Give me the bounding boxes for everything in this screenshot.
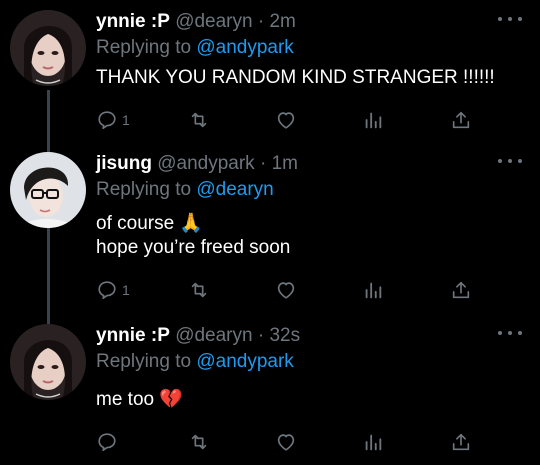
- mention-link[interactable]: @andypark: [196, 351, 293, 372]
- display-name[interactable]: jisung: [96, 153, 152, 174]
- more-icon[interactable]: [498, 12, 522, 26]
- tweet-text-line: hope you’re freed soon: [96, 237, 291, 258]
- separator-dot: ·: [259, 153, 267, 174]
- retweet-icon: [191, 112, 207, 128]
- display-name[interactable]: ynnie :P: [96, 325, 170, 346]
- timestamp[interactable]: 1m: [272, 153, 298, 174]
- timestamp[interactable]: 2m: [269, 11, 295, 32]
- replying-prefix: Replying to: [96, 351, 192, 372]
- avatar-image: [10, 324, 86, 400]
- tweet-header: jisung @andypark · 1m: [96, 152, 298, 176]
- tweet-header: ynnie :P @dearyn · 32s: [96, 324, 300, 348]
- replying-prefix: Replying to: [96, 37, 192, 58]
- tweet-text-line: THANK YOU RANDOM KIND STRANGER !!!!!!: [96, 67, 495, 88]
- reply-button[interactable]: 1: [96, 108, 130, 132]
- reply-icon: [98, 433, 116, 452]
- retweet-icon: [191, 434, 207, 450]
- reply-icon: [98, 281, 116, 300]
- tweet[interactable]: jisung @andypark · 1m Replying to @deary…: [0, 152, 540, 302]
- replying-prefix: Replying to: [96, 179, 192, 200]
- share-icon: [452, 111, 470, 129]
- analytics-icon: [365, 282, 382, 299]
- action-bar: [96, 430, 496, 454]
- reply-icon: [98, 111, 116, 130]
- share-button[interactable]: [450, 430, 472, 454]
- action-bar: 1: [96, 278, 496, 302]
- analytics-icon: [365, 112, 382, 129]
- tweet[interactable]: ynnie :P @dearyn · 32s Replying to @andy…: [0, 324, 540, 464]
- analytics-icon: [365, 434, 382, 451]
- mention-link[interactable]: @andypark: [196, 37, 293, 58]
- like-icon: [277, 282, 295, 299]
- analytics-button[interactable]: [362, 108, 384, 132]
- like-icon: [277, 434, 295, 451]
- tweet-text: of course 🙏 hope you’re freed soon: [96, 212, 290, 260]
- more-icon[interactable]: [498, 326, 522, 340]
- retweet-button[interactable]: [188, 430, 210, 454]
- share-button[interactable]: [450, 278, 472, 302]
- retweet-button[interactable]: [188, 278, 210, 302]
- separator-dot: ·: [257, 325, 265, 346]
- action-bar: 1: [96, 108, 496, 132]
- replying-to: Replying to @dearyn: [96, 178, 274, 202]
- timestamp[interactable]: 32s: [269, 325, 300, 346]
- tweet-text: THANK YOU RANDOM KIND STRANGER !!!!!!: [96, 66, 495, 90]
- separator-dot: ·: [257, 11, 265, 32]
- tweet-text-line: me too 💔: [96, 389, 184, 410]
- analytics-button[interactable]: [362, 430, 384, 454]
- user-handle[interactable]: @andypark: [157, 153, 254, 174]
- reply-button[interactable]: 1: [96, 278, 130, 302]
- avatar[interactable]: [10, 10, 86, 86]
- reply-count: 1: [122, 282, 130, 298]
- tweet[interactable]: ynnie :P @dearyn · 2m Replying to @andyp…: [0, 10, 540, 140]
- user-handle[interactable]: @dearyn: [175, 11, 252, 32]
- reply-count: 1: [122, 112, 130, 128]
- avatar-image: [10, 10, 86, 86]
- avatar[interactable]: [10, 324, 86, 400]
- retweet-icon: [191, 282, 207, 298]
- reply-button[interactable]: [96, 430, 122, 454]
- replying-to: Replying to @andypark: [96, 36, 294, 60]
- replying-to: Replying to @andypark: [96, 350, 294, 374]
- share-icon: [452, 281, 470, 299]
- like-icon: [277, 112, 295, 129]
- mention-link[interactable]: @dearyn: [196, 179, 273, 200]
- share-icon: [452, 433, 470, 451]
- analytics-button[interactable]: [362, 278, 384, 302]
- avatar[interactable]: [10, 152, 86, 228]
- retweet-button[interactable]: [188, 108, 210, 132]
- tweet-header: ynnie :P @dearyn · 2m: [96, 10, 296, 34]
- like-button[interactable]: [275, 430, 297, 454]
- like-button[interactable]: [275, 108, 297, 132]
- tweet-text-line: of course 🙏: [96, 213, 204, 234]
- tweet-text: me too 💔: [96, 388, 183, 412]
- avatar-image: [10, 152, 86, 228]
- display-name[interactable]: ynnie :P: [96, 11, 170, 32]
- user-handle[interactable]: @dearyn: [175, 325, 252, 346]
- more-icon[interactable]: [498, 154, 522, 168]
- like-button[interactable]: [275, 278, 297, 302]
- share-button[interactable]: [450, 108, 472, 132]
